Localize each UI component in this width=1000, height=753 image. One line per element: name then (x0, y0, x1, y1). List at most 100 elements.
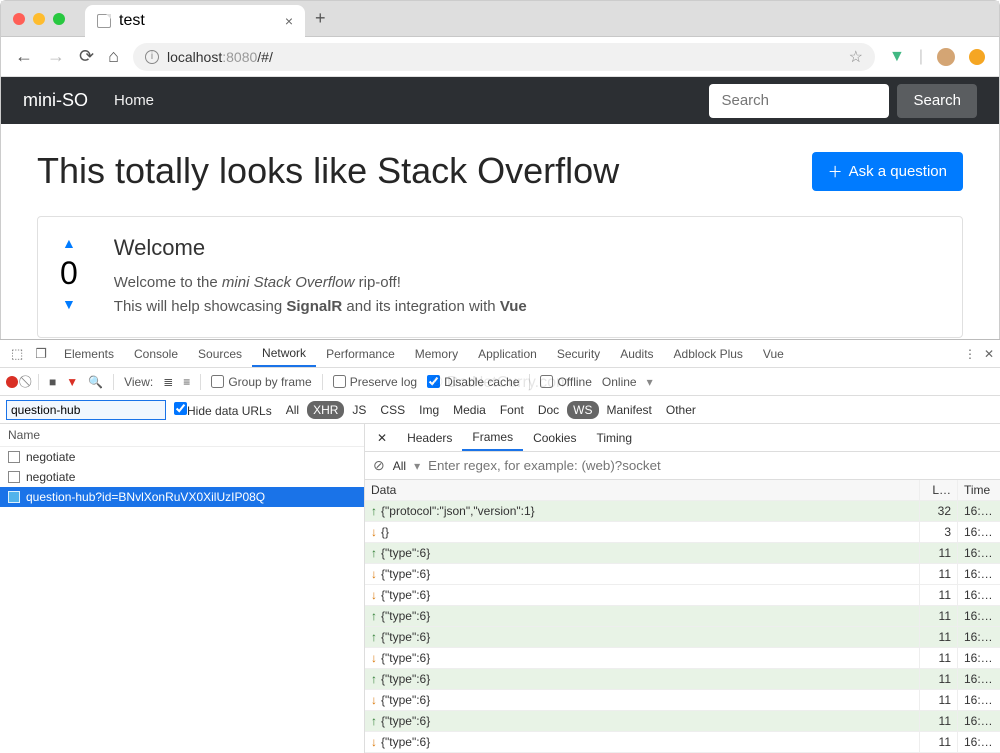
nav-home-link[interactable]: Home (114, 92, 154, 109)
request-row[interactable]: negotiate (0, 447, 364, 467)
disable-cache-checkbox[interactable]: Disable cache (427, 375, 519, 389)
col-time[interactable]: Time (958, 480, 1000, 500)
new-tab-button[interactable]: + (305, 8, 336, 29)
frame-data: {} (381, 525, 389, 539)
clear-frames-icon[interactable]: ⊘ (373, 457, 385, 474)
frame-row[interactable]: ↓{"type":6}1116:… (365, 648, 1000, 669)
detail-tab-cookies[interactable]: Cookies (523, 424, 586, 451)
detail-tab-frames[interactable]: Frames (462, 424, 523, 451)
upvote-icon[interactable]: ▲ (62, 235, 76, 251)
minimize-window-button[interactable] (33, 13, 45, 25)
filter-type-xhr[interactable]: XHR (307, 401, 344, 419)
frame-row[interactable]: ↓{"type":6}1116:… (365, 564, 1000, 585)
filter-input[interactable] (6, 400, 166, 420)
devtools-close-icon[interactable]: ✕ (984, 347, 994, 361)
search-icon[interactable]: 🔍 (88, 375, 103, 389)
frame-filter-select[interactable]: All (393, 459, 406, 473)
address-bar[interactable]: i localhost:8080/#/ ☆ (133, 43, 875, 71)
site-info-icon[interactable]: i (145, 50, 159, 64)
arrow-up-icon: ↑ (371, 546, 377, 560)
record-icon[interactable] (6, 376, 18, 388)
detail-tab-headers[interactable]: Headers (397, 424, 462, 451)
frame-row[interactable]: ↓{"type":6}1116:… (365, 690, 1000, 711)
forward-button[interactable]: → (47, 46, 65, 67)
url-host: localhost (167, 49, 222, 65)
large-rows-icon[interactable]: ≣ (163, 375, 173, 389)
arrow-up-icon: ↑ (371, 609, 377, 623)
browser-tab[interactable]: test × (85, 5, 305, 37)
filter-type-js[interactable]: JS (346, 401, 372, 419)
frame-row[interactable]: ↓{"type":6}1116:… (365, 732, 1000, 753)
devtools-tab-sources[interactable]: Sources (188, 340, 252, 367)
devtools-tab-network[interactable]: Network (252, 340, 316, 367)
reload-button[interactable]: ⟳ (79, 46, 94, 67)
throttling-select[interactable]: Online (602, 375, 637, 389)
inspect-icon[interactable]: ⬚ (6, 346, 28, 362)
filter-type-manifest[interactable]: Manifest (601, 401, 658, 419)
filter-type-other[interactable]: Other (660, 401, 702, 419)
vue-extension-icon[interactable]: ▼ (889, 48, 905, 66)
dropdown-icon[interactable]: ▾ (647, 375, 653, 389)
devtools-tab-adblock-plus[interactable]: Adblock Plus (664, 340, 753, 367)
frame-length: 11 (920, 690, 958, 710)
dropdown-icon[interactable]: ▾ (414, 459, 420, 473)
filter-type-doc[interactable]: Doc (532, 401, 565, 419)
search-button[interactable]: Search (897, 84, 977, 118)
filter-type-img[interactable]: Img (413, 401, 445, 419)
preserve-log-checkbox[interactable]: Preserve log (333, 375, 417, 389)
detail-tab-timing[interactable]: Timing (586, 424, 642, 451)
capture-screenshot-icon[interactable]: ■ (49, 375, 56, 389)
devtools-tab-console[interactable]: Console (124, 340, 188, 367)
back-button[interactable]: ← (15, 46, 33, 67)
app-brand[interactable]: mini-SO (23, 90, 88, 111)
search-input[interactable] (709, 84, 889, 118)
devtools-tab-elements[interactable]: Elements (54, 340, 124, 367)
ask-question-button[interactable]: ＋ Ask a question (812, 152, 963, 191)
devtools-menu-icon[interactable]: ⋮ (964, 347, 976, 361)
group-by-frame-checkbox[interactable]: Group by frame (211, 375, 311, 389)
device-toggle-icon[interactable]: ❐ (30, 346, 52, 362)
hide-data-urls-checkbox[interactable]: Hide data URLs (174, 402, 272, 418)
frame-row[interactable]: ↑{"type":6}1116:… (365, 627, 1000, 648)
offline-checkbox[interactable]: Offline (540, 375, 591, 389)
request-row[interactable]: negotiate (0, 467, 364, 487)
maximize-window-button[interactable] (53, 13, 65, 25)
frame-regex-input[interactable] (428, 458, 992, 473)
request-name: negotiate (26, 470, 75, 484)
filter-type-all[interactable]: All (280, 401, 305, 419)
col-data[interactable]: Data (365, 480, 920, 500)
col-length[interactable]: L… (920, 480, 958, 500)
filter-type-font[interactable]: Font (494, 401, 530, 419)
devtools-tab-audits[interactable]: Audits (610, 340, 663, 367)
devtools-tab-performance[interactable]: Performance (316, 340, 405, 367)
overview-icon[interactable]: ≡ (183, 375, 190, 389)
request-row[interactable]: question-hub?id=BNvlXonRuVX0XilUzIP08Q (0, 487, 364, 507)
frame-row[interactable]: ↑{"type":6}1116:… (365, 543, 1000, 564)
frame-row[interactable]: ↑{"type":6}1116:… (365, 711, 1000, 732)
filter-type-ws[interactable]: WS (567, 401, 598, 419)
devtools-tab-application[interactable]: Application (468, 340, 547, 367)
card-text-line1: Welcome to the mini Stack Overflow rip-o… (114, 271, 527, 295)
home-button[interactable]: ⌂ (108, 46, 119, 67)
close-window-button[interactable] (13, 13, 25, 25)
frame-row[interactable]: ↑{"protocol":"json","version":1}3216:… (365, 501, 1000, 522)
filter-type-media[interactable]: Media (447, 401, 492, 419)
filter-type-css[interactable]: CSS (374, 401, 411, 419)
downvote-icon[interactable]: ▼ (62, 296, 76, 312)
frame-length: 11 (920, 585, 958, 605)
extension-icon[interactable] (969, 49, 985, 65)
devtools-tab-memory[interactable]: Memory (405, 340, 468, 367)
filter-icon[interactable]: ▼ (66, 375, 78, 389)
frame-row[interactable]: ↓{}316:… (365, 522, 1000, 543)
name-column-header[interactable]: Name (0, 424, 364, 447)
devtools-tab-vue[interactable]: Vue (753, 340, 794, 367)
frame-row[interactable]: ↑{"type":6}1116:… (365, 669, 1000, 690)
devtools-tab-security[interactable]: Security (547, 340, 610, 367)
close-tab-icon[interactable]: × (285, 13, 293, 29)
frame-row[interactable]: ↓{"type":6}1116:… (365, 585, 1000, 606)
close-details-icon[interactable]: ✕ (371, 431, 393, 445)
bookmark-star-icon[interactable]: ☆ (849, 47, 863, 67)
arrow-up-icon: ↑ (371, 504, 377, 518)
frame-row[interactable]: ↑{"type":6}1116:… (365, 606, 1000, 627)
profile-avatar[interactable] (937, 48, 955, 66)
